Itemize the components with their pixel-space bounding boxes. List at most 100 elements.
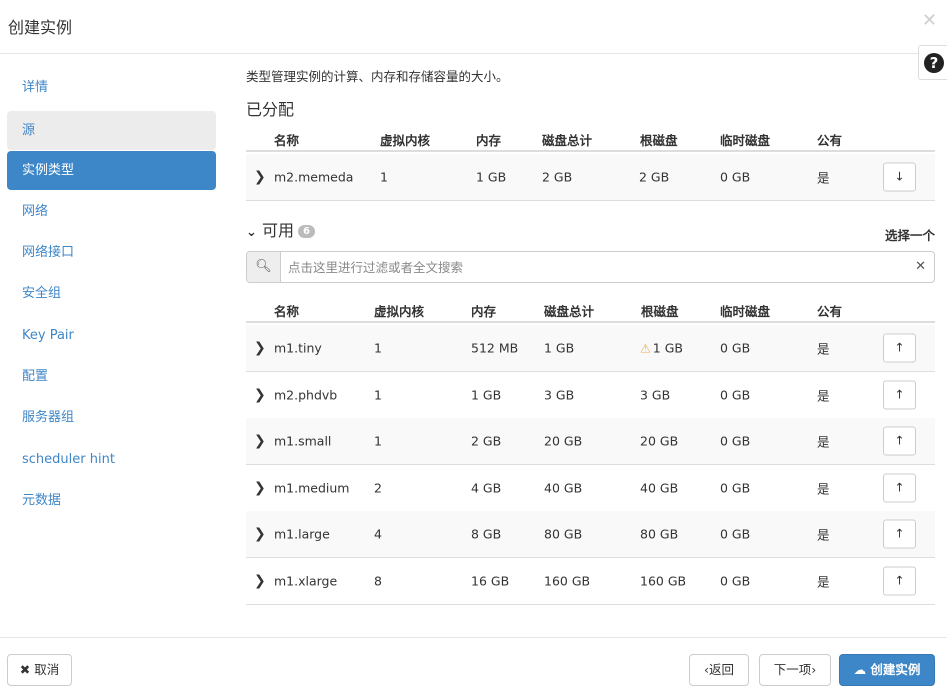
flavor-disk-total: 80 GB <box>544 526 583 542</box>
sidebar-item-metadata[interactable]: 元数据 <box>7 481 216 520</box>
col-disk-total[interactable]: 磁盘总计 <box>544 301 594 320</box>
create-label: 创建实例 <box>870 662 921 677</box>
col-name[interactable]: 名称 <box>274 301 299 320</box>
col-public[interactable]: 公有 <box>817 301 842 320</box>
flavor-public: 是 <box>817 341 830 357</box>
col-vcpus[interactable]: 虚拟内核 <box>374 301 424 320</box>
chevron-down-icon: ⌄ <box>246 225 257 240</box>
deallocate-button[interactable]: ↓ <box>883 162 916 192</box>
flavor-vcpus: 1 <box>374 340 382 356</box>
flavor-root-disk-wrap: 80 GB <box>640 527 678 542</box>
search-input[interactable] <box>282 252 902 282</box>
flavor-name: m2.memeda <box>274 169 354 185</box>
chevron-right-icon[interactable]: ❯ <box>254 573 266 589</box>
flavor-root-disk: 20 GB <box>640 433 679 449</box>
create-instance-button[interactable]: ☁ 创建实例 <box>839 654 935 686</box>
flavor-public: 是 <box>817 434 830 450</box>
col-name[interactable]: 名称 <box>274 130 299 149</box>
chevron-right-icon[interactable]: ❯ <box>254 169 266 185</box>
next-button[interactable]: 下一项› <box>759 654 831 686</box>
col-ram[interactable]: 内存 <box>471 301 496 320</box>
flavor-public: 是 <box>817 527 830 543</box>
col-ephemeral[interactable]: 临时磁盘 <box>720 301 770 320</box>
flavor-ephemeral: 0 GB <box>720 526 751 542</box>
sidebar-item-scheduler-hint[interactable]: scheduler hint <box>7 440 216 479</box>
allocate-button[interactable]: ↑ <box>883 380 916 409</box>
sidebar-item-key-pair[interactable]: Key Pair <box>7 316 216 355</box>
cloud-upload-icon: ☁ <box>853 662 867 677</box>
flavor-root-disk: 2 GB <box>639 169 670 185</box>
flavor-disk-total: 40 GB <box>544 480 583 495</box>
close-icon[interactable]: ✕ <box>922 10 937 31</box>
allocate-button[interactable]: ↑ <box>883 426 916 456</box>
flavor-disk-total: 20 GB <box>544 433 583 449</box>
col-root-disk[interactable]: 根磁盘 <box>641 301 679 320</box>
flavor-name: m1.small <box>274 433 332 449</box>
available-title: 可用 <box>262 221 295 240</box>
flavor-ephemeral: 0 GB <box>720 387 751 402</box>
flavor-ram: 512 MB <box>471 340 519 356</box>
panel-description: 类型管理实例的计算、内存和存储容量的大小。 <box>246 69 509 84</box>
sidebar-item-flavor[interactable]: 实例类型 <box>7 151 216 190</box>
flavor-vcpus: 1 <box>374 387 382 402</box>
flavor-root-disk-wrap: 40 GB <box>640 480 678 495</box>
allocate-button[interactable]: ↑ <box>883 473 916 502</box>
chevron-right-icon: › <box>811 662 817 677</box>
modal-footer: ✖ 取消 ‹返回 下一项› ☁ 创建实例 <box>0 637 947 699</box>
search-box: 🔍︎ ✕ <box>246 251 935 283</box>
allocate-button[interactable]: ↑ <box>883 333 916 363</box>
flavor-root-disk-wrap: 160 GB <box>640 573 686 588</box>
col-disk-total[interactable]: 磁盘总计 <box>542 130 592 149</box>
flavor-ephemeral: 0 GB <box>720 480 751 495</box>
sidebar-item-networks[interactable]: 网络 <box>7 192 216 231</box>
flavor-ram: 1 GB <box>476 169 507 185</box>
chevron-right-icon[interactable]: ❯ <box>254 387 266 403</box>
close-icon: ✖ <box>19 662 31 677</box>
flavor-disk-total: 3 GB <box>544 387 575 402</box>
chevron-right-icon[interactable]: ❯ <box>254 340 266 356</box>
chevron-right-icon[interactable]: ❯ <box>254 433 266 449</box>
col-public[interactable]: 公有 <box>817 130 842 149</box>
allocate-button[interactable]: ↑ <box>883 519 916 549</box>
flavor-ram: 16 GB <box>471 573 510 588</box>
arrow-up-icon: ↑ <box>894 340 905 355</box>
col-root-disk[interactable]: 根磁盘 <box>640 130 678 149</box>
chevron-right-icon[interactable]: ❯ <box>254 526 266 542</box>
flavor-public: 是 <box>817 170 830 186</box>
available-title-row[interactable]: ⌄ 可用 6 <box>246 217 315 241</box>
flavor-root-disk-wrap: 20 GB <box>640 434 678 449</box>
flavor-root-disk-wrap: ⚠ 1 GB <box>640 341 683 356</box>
arrow-up-icon: ↑ <box>894 480 905 494</box>
sidebar-item-server-groups[interactable]: 服务器组 <box>7 398 216 437</box>
clear-search-icon[interactable]: ✕ <box>915 259 926 274</box>
sidebar-item-network-ports[interactable]: 网络接口 <box>7 233 216 272</box>
flavor-name: m2.phdvb <box>274 387 338 402</box>
table-row: ❯ m2.memeda 1 1 GB 2 GB 2 GB 0 GB 是 ↓ <box>246 154 935 201</box>
select-one-label: 选择一个 <box>884 228 935 243</box>
col-vcpus[interactable]: 虚拟内核 <box>380 130 430 149</box>
sidebar-item-security-groups[interactable]: 安全组 <box>7 274 216 313</box>
flavor-name: m1.tiny <box>274 340 322 356</box>
sidebar-item-details[interactable]: 详情 <box>7 68 216 107</box>
chevron-right-icon[interactable]: ❯ <box>254 480 266 496</box>
cancel-button[interactable]: ✖ 取消 <box>7 654 72 686</box>
col-ram[interactable]: 内存 <box>476 130 501 149</box>
flavor-vcpus: 4 <box>374 526 382 542</box>
flavor-root-disk: 40 GB <box>640 480 679 495</box>
flavor-vcpus: 1 <box>380 169 388 185</box>
sidebar-item-source[interactable]: 源 <box>7 111 216 150</box>
flavor-name: m1.large <box>274 526 330 542</box>
allocate-button[interactable]: ↑ <box>883 566 916 595</box>
flavor-ram: 1 GB <box>471 387 502 402</box>
table-row: ❯ m2.phdvb 1 1 GB 3 GB 3 GB 0 GB 是 ↑ <box>246 372 935 419</box>
sidebar-item-configuration[interactable]: 配置 <box>7 357 216 396</box>
modal-title: 创建实例 <box>8 18 73 37</box>
available-table-header: 名称 虚拟内核 内存 磁盘总计 根磁盘 临时磁盘 公有 <box>246 293 935 323</box>
flavor-public: 是 <box>817 388 830 403</box>
col-ephemeral[interactable]: 临时磁盘 <box>720 130 770 149</box>
back-button[interactable]: ‹返回 <box>689 654 749 686</box>
help-button[interactable]: ? <box>918 45 947 80</box>
flavor-ephemeral: 0 GB <box>720 340 751 356</box>
back-label: 返回 <box>708 662 734 677</box>
flavor-ram: 8 GB <box>471 526 502 542</box>
